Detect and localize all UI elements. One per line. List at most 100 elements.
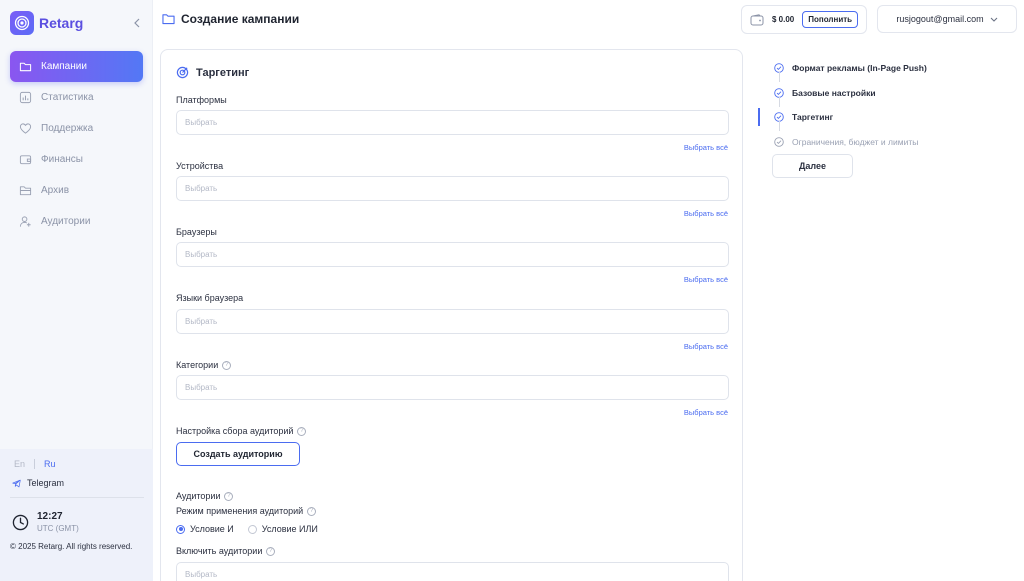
create-audience-button[interactable]: Создать аудиторию	[176, 442, 300, 466]
step-limits-budget[interactable]: Ограничения, бюджет и лимиты	[758, 130, 988, 155]
logo-icon	[10, 11, 34, 35]
browser-languages-select-all-link[interactable]: Выбрать всё	[684, 342, 728, 351]
page-title: Создание кампании	[162, 12, 299, 26]
steps-list: Формат рекламы (In-Page Push) Базовые на…	[758, 56, 988, 154]
chart-icon	[19, 91, 32, 104]
categories-label: Категории?	[176, 360, 232, 370]
browsers-select[interactable]: Выбрать	[176, 242, 729, 267]
sidebar-item-support[interactable]: Поддержка	[10, 113, 143, 144]
browsers-label: Браузеры	[176, 227, 217, 237]
browser-languages-label: Языки браузера	[176, 293, 243, 303]
help-icon[interactable]: ?	[266, 546, 276, 556]
sidebar-nav: Кампании Статистика Поддержка Финансы Ар…	[10, 51, 143, 237]
user-add-icon	[19, 216, 31, 227]
platforms-label: Платформы	[176, 95, 227, 105]
topup-button[interactable]: Пополнить	[802, 11, 859, 28]
copyright: © 2025 Retarg. All rights reserved.	[10, 542, 133, 551]
step-label: Ограничения, бюджет и лимиты	[792, 136, 919, 147]
heart-icon	[19, 123, 32, 134]
field-label-text: Браузеры	[176, 227, 217, 237]
radio-label: Условие ИЛИ	[261, 524, 318, 534]
clock-timezone: UTC (GMT)	[37, 524, 79, 533]
clock: 12:27 UTC (GMT)	[12, 511, 79, 533]
step-basic-settings[interactable]: Базовые настройки	[758, 81, 988, 107]
audience-mode-label: Режим применения аудиторий?	[176, 506, 317, 516]
radio-unchecked-icon	[247, 524, 257, 534]
include-audiences-select[interactable]: Выбрать	[176, 562, 729, 581]
browsers-select-all-link[interactable]: Выбрать всё	[684, 275, 728, 284]
platforms-select[interactable]: Выбрать	[176, 110, 729, 135]
wallet-icon	[19, 155, 32, 165]
lang-ru-option[interactable]: Ru	[44, 459, 56, 469]
audience-collection-label: Настройка сбора аудиторий?	[176, 426, 307, 436]
field-label-text: Аудитории	[176, 491, 221, 501]
telegram-link[interactable]: Telegram	[12, 478, 64, 488]
audiences-label: Аудитории?	[176, 491, 234, 501]
field-label-text: Категории	[176, 360, 219, 370]
field-label-text: Устройства	[176, 161, 224, 171]
field-label-text: Режим применения аудиторий	[176, 506, 304, 516]
clock-time: 12:27	[37, 511, 63, 522]
radio-label: Условие И	[190, 524, 234, 534]
sidebar-item-label: Поддержка	[41, 123, 94, 134]
step-label: Таргетинг	[792, 112, 834, 123]
field-label-text: Платформы	[176, 95, 227, 105]
categories-select[interactable]: Выбрать	[176, 375, 729, 400]
sidebar-item-audiences[interactable]: Аудитории	[10, 206, 143, 237]
sidebar-item-archive[interactable]: Архив	[10, 175, 143, 206]
collapse-sidebar-button[interactable]	[132, 17, 142, 29]
section-title: Таргетинг	[176, 66, 249, 79]
language-switcher: En Ru	[14, 459, 56, 469]
balance-widget: $ 0.00 Пополнить	[741, 5, 867, 34]
sidebar-item-label: Финансы	[41, 154, 83, 165]
telegram-label: Telegram	[27, 478, 65, 488]
help-icon[interactable]: ?	[222, 360, 232, 370]
check-circle-icon	[774, 136, 784, 147]
target-icon	[176, 66, 189, 79]
help-icon[interactable]: ?	[297, 426, 307, 436]
lang-separator	[34, 459, 36, 469]
sidebar-item-label: Аудитории	[41, 216, 91, 227]
sidebar: Retarg Кампании Статистика Поддержка Фин…	[0, 0, 153, 581]
devices-select-all-link[interactable]: Выбрать всё	[684, 209, 728, 218]
logo[interactable]: Retarg	[10, 11, 83, 35]
clock-icon	[12, 514, 29, 530]
next-button[interactable]: Далее	[772, 154, 853, 178]
sidebar-item-label: Архив	[41, 185, 70, 196]
section-title-text: Таргетинг	[196, 66, 250, 79]
platforms-select-all-link[interactable]: Выбрать всё	[684, 143, 728, 152]
sidebar-item-finance[interactable]: Финансы	[10, 144, 143, 175]
help-icon[interactable]: ?	[307, 506, 317, 516]
account-email: rusjogout@gmail.com	[896, 14, 984, 24]
lang-en-option[interactable]: En	[14, 459, 25, 469]
page-title-text: Создание кампании	[181, 12, 300, 26]
include-audiences-label: Включить аудитории?	[176, 546, 276, 556]
mode-or-radio[interactable]: Условие ИЛИ	[247, 524, 318, 534]
step-ad-format[interactable]: Формат рекламы (In-Page Push)	[758, 56, 988, 82]
sidebar-item-label: Кампании	[41, 61, 87, 72]
step-label: Формат рекламы (In-Page Push)	[792, 63, 927, 74]
telegram-icon	[12, 479, 21, 487]
balance-amount: $ 0.00	[772, 15, 795, 24]
account-dropdown[interactable]: rusjogout@gmail.com	[877, 5, 1017, 33]
help-icon[interactable]: ?	[224, 491, 234, 501]
step-targeting[interactable]: Таргетинг	[758, 105, 988, 131]
sidebar-item-statistics[interactable]: Статистика	[10, 82, 143, 113]
sidebar-item-label: Статистика	[41, 92, 94, 103]
field-label-text: Включить аудитории	[176, 546, 263, 556]
field-label-text: Языки браузера	[176, 293, 244, 303]
devices-label: Устройства	[176, 161, 223, 171]
targeting-card: Таргетинг Платформы Выбрать Выбрать всё …	[160, 49, 743, 581]
browser-languages-select[interactable]: Выбрать	[176, 309, 729, 334]
folder-icon	[162, 14, 175, 25]
divider	[10, 497, 144, 498]
chevron-left-icon	[134, 18, 140, 28]
radio-checked-icon	[176, 524, 185, 534]
sidebar-item-campaigns[interactable]: Кампании	[10, 51, 143, 82]
field-label-text: Настройка сбора аудиторий	[176, 426, 294, 436]
categories-select-all-link[interactable]: Выбрать всё	[684, 408, 728, 417]
brand-name: Retarg	[39, 15, 84, 31]
devices-select[interactable]: Выбрать	[176, 176, 729, 201]
chevron-down-icon	[990, 17, 997, 22]
mode-and-radio[interactable]: Условие И	[176, 524, 234, 534]
